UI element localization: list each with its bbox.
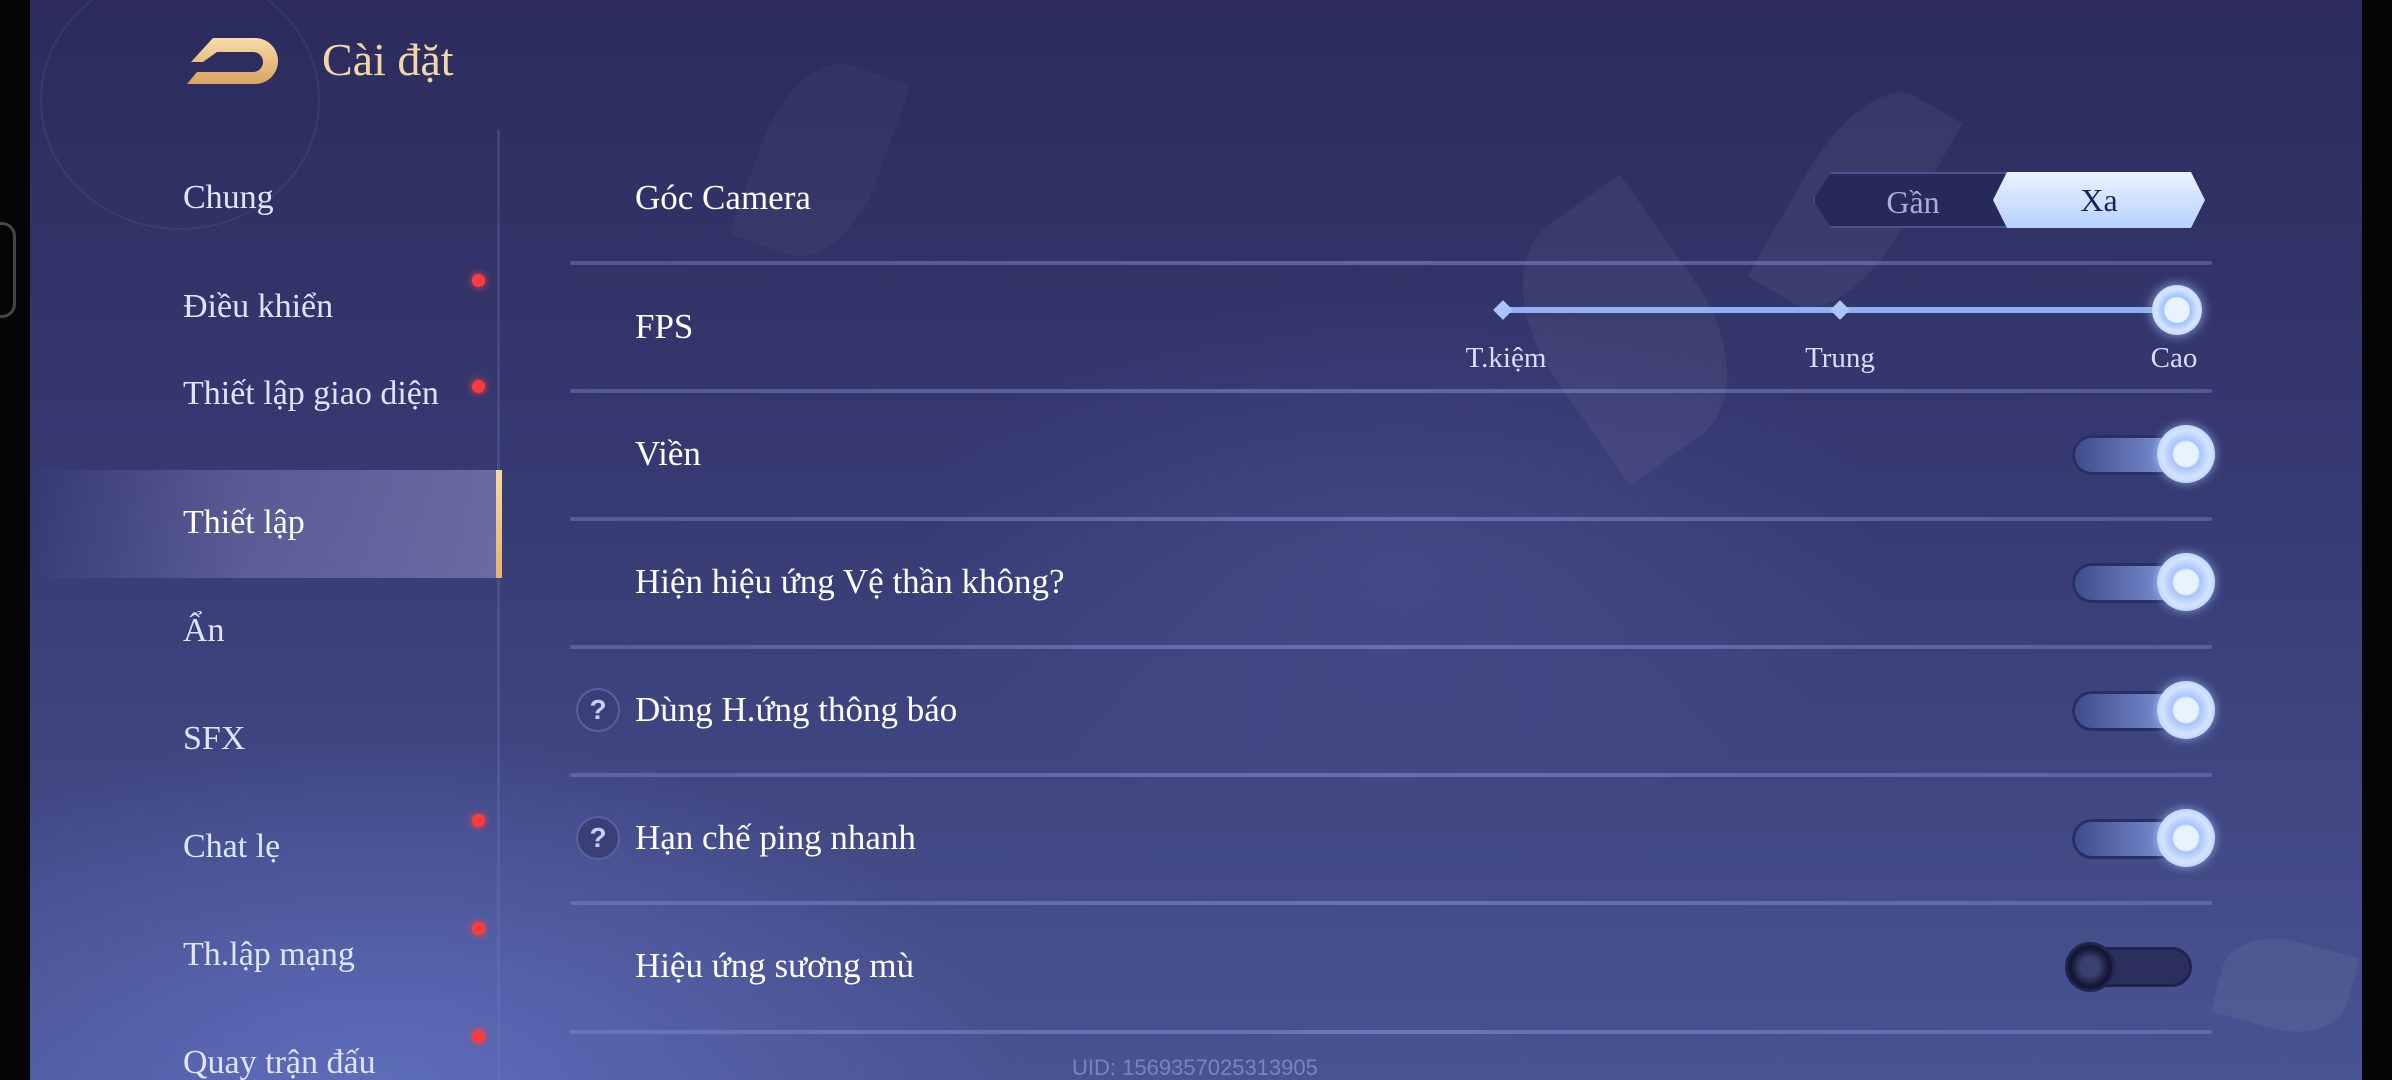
sidebar-item[interactable]: Điều khiển <box>30 254 502 362</box>
sidebar-item-label: Chung <box>183 179 274 216</box>
setting-label: Hạn chế ping nhanh <box>635 818 916 857</box>
notification-dot <box>472 922 485 935</box>
sidebar-item[interactable]: Th.lập mạng <box>30 902 502 1010</box>
sidebar-item[interactable]: Thiết lập <box>30 470 502 578</box>
setting-label: Dùng H.ứng thông báo <box>635 690 958 729</box>
sidebar-item[interactable]: Chung <box>30 145 502 253</box>
toggle-knob <box>2157 809 2215 867</box>
toggle-knob <box>2157 681 2215 739</box>
notification-dot <box>472 274 485 287</box>
camera-angle-label: Góc Camera <box>635 178 811 217</box>
sidebar-item-label: Ẩn <box>183 612 225 649</box>
sidebar-item-label: Điều khiển <box>183 288 334 325</box>
back-button[interactable] <box>183 34 283 88</box>
sidebar-item-label: Chat lẹ <box>183 828 281 865</box>
sidebar-item-label: Thiết lập <box>183 504 305 541</box>
fps-level-label: Cao <box>2150 342 2198 374</box>
notification-dot <box>472 1030 485 1043</box>
sidebar-item-label: SFX <box>183 720 246 757</box>
toggle-setting-row: Viền <box>570 391 2212 519</box>
toggle-setting-row: ? Hạn chế ping nhanh <box>570 775 2212 903</box>
sidebar-item[interactable]: Quay trận đấu <box>30 1010 502 1080</box>
fps-level-label: T.kiệm <box>1465 342 1547 374</box>
back-arrow-icon <box>187 38 278 84</box>
toggle-switch[interactable] <box>2072 425 2215 483</box>
sidebar-item[interactable]: Thiết lập giao diện <box>30 362 502 470</box>
sidebar-item[interactable]: Chat lẹ <box>30 794 502 902</box>
fps-level-label: Trung <box>1805 342 1875 374</box>
help-icon[interactable]: ? <box>576 816 620 860</box>
fps-row: FPS <box>570 263 2212 391</box>
toggle-setting-row: ? Dùng H.ứng thông báo <box>570 647 2212 775</box>
camera-angle-segmented: Gần Xa <box>1813 172 2205 228</box>
camera-notch <box>0 222 16 318</box>
settings-screen: Cài đặt Chung Điều khiển Thiết lập giao di… <box>0 0 2392 1080</box>
active-indicator <box>496 470 502 578</box>
notification-dot <box>472 380 485 393</box>
camera-near-option[interactable]: Gần <box>1813 172 2013 228</box>
background-decoration <box>2210 924 2360 1046</box>
sidebar-item-label: Quay trận đấu <box>183 1044 376 1080</box>
toggle-switch[interactable] <box>2072 681 2215 739</box>
sidebar-item-label: Th.lập mạng <box>183 936 355 973</box>
setting-label: Hiện hiệu ứng Vệ thần không? <box>635 562 1065 601</box>
sidebar-item-label: Thiết lập giao diện <box>183 375 439 412</box>
camera-far-option[interactable]: Xa <box>1993 172 2205 228</box>
toggle-knob <box>2065 942 2115 992</box>
toggle-switch[interactable] <box>2072 553 2215 611</box>
toggle-setting-row: Hiện hiệu ứng Vệ thần không? <box>570 519 2212 647</box>
screen-edge-left <box>0 0 30 1080</box>
setting-label: Viền <box>635 434 701 473</box>
toggle-knob <box>2157 553 2215 611</box>
notification-dot <box>472 814 485 827</box>
page-title: Cài đặt <box>322 34 454 85</box>
fps-label: FPS <box>635 307 694 346</box>
help-icon[interactable]: ? <box>576 688 620 732</box>
row-divider <box>570 1030 2212 1034</box>
fps-slider-handle[interactable] <box>2152 285 2202 335</box>
toggle-setting-row: Hiệu ứng sương mù <box>570 903 2212 1031</box>
sidebar-item[interactable]: SFX <box>30 686 502 794</box>
sidebar-item[interactable]: Ẩn <box>30 578 502 686</box>
uid-text: UID: 1569357025313905 <box>1072 1055 1318 1080</box>
toggle-switch[interactable] <box>2065 942 2192 992</box>
toggle-switch[interactable] <box>2072 809 2215 867</box>
setting-label: Hiệu ứng sương mù <box>635 946 915 985</box>
screen-edge-right <box>2362 0 2392 1080</box>
toggle-knob <box>2157 425 2215 483</box>
